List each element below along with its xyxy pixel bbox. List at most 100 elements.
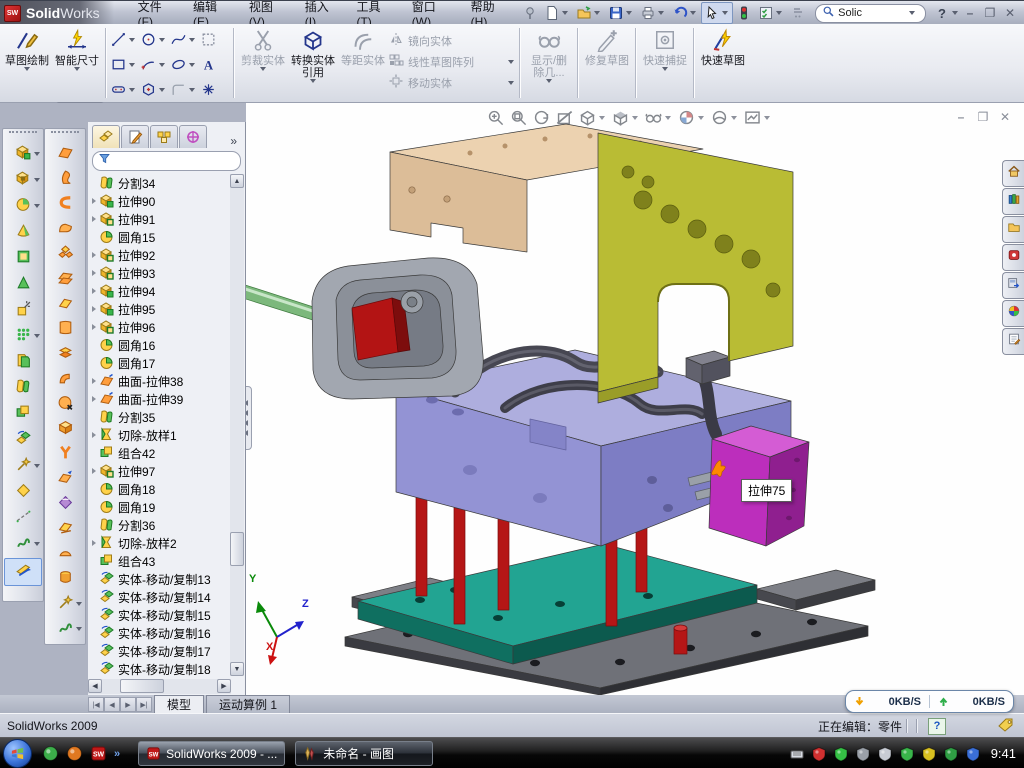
extend-surface-button[interactable] (45, 367, 85, 392)
display-delete-relations-dropdown-icon[interactable] (546, 79, 552, 83)
restore-button[interactable]: ❐ (980, 5, 1000, 21)
expand-arrow-icon[interactable] (88, 540, 99, 546)
pattern-button[interactable] (3, 324, 43, 350)
scroll-down-button[interactable]: ▼ (230, 662, 244, 676)
combine-button[interactable] (3, 402, 43, 428)
replace-face-button[interactable] (45, 467, 85, 492)
select-dropdown-icon[interactable] (722, 11, 728, 15)
tree-item-实体-移动/复制17[interactable]: 实体-移动/复制17 (88, 642, 245, 660)
quick-snaps-button[interactable]: 快速捕捉 (640, 24, 690, 102)
quick-snaps-dropdown-icon[interactable] (662, 67, 668, 71)
draft-button[interactable] (3, 220, 43, 246)
repair-sketch-button[interactable]: 修复草图 (582, 24, 632, 102)
linear-sketch-pattern-dropdown-icon[interactable] (508, 60, 514, 64)
open-file-dropdown-icon[interactable] (594, 11, 600, 15)
search-box[interactable]: Solic (815, 4, 926, 23)
cut-feature-button[interactable] (3, 272, 43, 298)
undo-button[interactable] (669, 2, 701, 24)
tree-item-圆角17[interactable]: 圆角17 (88, 354, 245, 372)
scroll-up-button[interactable]: ▲ (230, 174, 244, 188)
curve-wizard-dropdown-icon[interactable] (34, 464, 40, 468)
taskpane-tab-solidworks-toolbox[interactable] (1002, 244, 1024, 271)
lofted-surface-button[interactable] (45, 317, 85, 342)
trim-entities-dropdown-icon[interactable] (260, 67, 266, 71)
toolbar-grip[interactable] (9, 131, 37, 140)
tree-item-组合43[interactable]: 组合43 (88, 552, 245, 570)
extruded-cut-button[interactable] (3, 168, 43, 194)
expand-arrow-icon[interactable] (88, 306, 99, 312)
circle-button[interactable] (140, 27, 170, 52)
graphics-viewport[interactable]: –❐✕ 拉伸75 Y Z X (246, 103, 1024, 695)
bottom-tab-运动算例 1[interactable]: 运动算例 1 (206, 695, 290, 713)
convert-entities-dropdown-icon[interactable] (310, 79, 316, 83)
helix-curve-button[interactable] (3, 532, 43, 558)
boundary-surface-button[interactable] (45, 192, 85, 217)
rotate-view-button[interactable] (532, 108, 551, 127)
expand-arrow-icon[interactable] (88, 198, 99, 204)
fillet-dropdown-icon[interactable] (34, 204, 40, 208)
volume-tray-icon[interactable] (877, 746, 893, 762)
dome-button[interactable] (45, 542, 85, 567)
smart-dimension-button[interactable]: 智能尺寸 (52, 24, 102, 102)
expand-arrow-icon[interactable] (88, 396, 99, 402)
tab-dimxpertmanager[interactable] (179, 125, 207, 148)
taskpane-tab-custom-properties[interactable] (1002, 328, 1024, 355)
display-delete-relations-button[interactable]: 显示/删除几... (524, 24, 574, 102)
spiral-curve-button[interactable] (45, 617, 85, 642)
new-file-dropdown-icon[interactable] (562, 11, 568, 15)
tree-item-拉伸93[interactable]: 拉伸93 (88, 264, 245, 282)
scroll-left-button[interactable]: ◀ (88, 679, 102, 693)
search-dropdown-icon[interactable] (909, 11, 915, 15)
toolbar-overflow-button[interactable] (787, 2, 809, 24)
view-orientation-button[interactable] (578, 108, 607, 127)
reference-axis-button[interactable] (3, 506, 43, 532)
untrim-surface-button[interactable] (45, 492, 85, 517)
tree-item-圆角18[interactable]: 圆角18 (88, 480, 245, 498)
move-entities-dropdown-icon[interactable] (508, 81, 514, 85)
security-plus-tray-icon[interactable] (943, 746, 959, 762)
tree-item-实体-移动/复制15[interactable]: 实体-移动/复制15 (88, 606, 245, 624)
apply-scene-button[interactable] (710, 108, 739, 127)
document-close-button[interactable]: ✕ (994, 109, 1016, 125)
extruded-boss-dropdown-icon[interactable] (34, 152, 40, 156)
scroll-right-button[interactable]: ▶ (217, 679, 231, 693)
offset-entities-button[interactable]: 等距实体 (338, 24, 388, 102)
task-button-SolidWorks 2009 - ...[interactable]: SWSolidWorks 2009 - ... (138, 741, 285, 766)
view-settings-button[interactable] (743, 108, 772, 127)
circle-dropdown-icon[interactable] (159, 38, 165, 42)
instant3d-button[interactable] (4, 558, 42, 586)
smart-dimension-dropdown-icon[interactable] (74, 67, 80, 71)
upload-monitor-tray-icon[interactable] (899, 746, 915, 762)
rapid-sketch-button[interactable]: 快速草图 (698, 24, 748, 102)
slot-button[interactable] (110, 77, 140, 102)
display-style-dropdown-icon[interactable] (632, 116, 638, 120)
slot-dropdown-icon[interactable] (129, 88, 135, 92)
tree-item-拉伸96[interactable]: 拉伸96 (88, 318, 245, 336)
tree-item-曲面-拉伸39[interactable]: 曲面-拉伸39 (88, 390, 245, 408)
mid-surface-button[interactable] (45, 517, 85, 542)
zoom-area-button[interactable] (509, 108, 528, 127)
input-method-keyboard-tray-icon[interactable] (789, 746, 805, 762)
tab-nav-2[interactable]: ▶ (120, 697, 136, 712)
taskpane-tab-file-explorer[interactable] (1002, 216, 1024, 243)
messenger-quicklaunch-icon[interactable] (42, 745, 59, 762)
select-button[interactable] (701, 2, 733, 24)
panel-splitter-handle[interactable] (246, 386, 252, 450)
linear-sketch-pattern-button[interactable]: 线性草图阵列 (388, 51, 516, 72)
rectangle-dropdown-icon[interactable] (129, 63, 135, 67)
update-badge-tray-icon[interactable] (855, 746, 871, 762)
trim-surface-button[interactable] (45, 442, 85, 467)
tab-configurationmanager[interactable] (150, 125, 178, 148)
display-style-button[interactable] (611, 108, 640, 127)
tree-item-切除-放样2[interactable]: 切除-放样2 (88, 534, 245, 552)
tree-item-拉伸95[interactable]: 拉伸95 (88, 300, 245, 318)
expand-arrow-icon[interactable] (88, 432, 99, 438)
reference-plane-button[interactable] (3, 480, 43, 506)
sketch-button[interactable]: 草图绘制 (2, 24, 52, 102)
arc-dropdown-icon[interactable] (159, 63, 165, 67)
bottom-tab-模型[interactable]: 模型 (154, 695, 204, 713)
filled-surface-button[interactable] (45, 242, 85, 267)
tree-item-圆角19[interactable]: 圆角19 (88, 498, 245, 516)
hscroll-thumb[interactable] (120, 679, 164, 693)
tree-item-拉伸97[interactable]: 拉伸97 (88, 462, 245, 480)
